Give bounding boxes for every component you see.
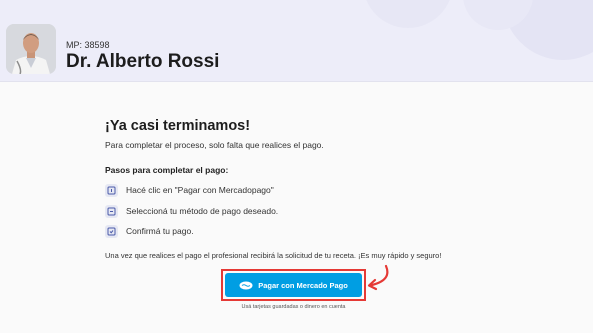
mercadopago-handshake-icon: [239, 281, 253, 290]
payment-note: Una vez que realices el pago el profesio…: [105, 251, 442, 260]
step-label: Hacé clic en "Pagar con Mercadopago": [126, 185, 274, 195]
doctor-header: MP: 38598 Dr. Alberto Rossi: [0, 0, 593, 82]
step-item: Seleccioná tu método de pago deseado.: [105, 204, 278, 218]
pay-button-caption: Usá tarjetas guardadas o dinero en cuent…: [241, 304, 346, 310]
payment-instructions: ¡Ya casi terminamos! Para completar el p…: [105, 118, 485, 260]
doctor-avatar: [6, 24, 56, 74]
step-icon: [105, 224, 118, 238]
step-label: Seleccioná tu método de pago deseado.: [126, 206, 279, 216]
header-decoration: [363, 0, 453, 28]
steps-title: Pasos para completar el pago:: [105, 165, 229, 175]
step-item: Hacé clic en "Pagar con Mercadopago": [105, 183, 274, 197]
doctor-photo-icon: [6, 24, 56, 74]
step-icon: [105, 183, 118, 197]
step-item: Confirmá tu pago.: [105, 224, 194, 238]
pointer-arrow-icon: [367, 264, 389, 291]
doctor-name: Dr. Alberto Rossi: [66, 51, 220, 72]
step-icon: [105, 204, 118, 218]
pay-with-mercadopago-button[interactable]: Pagar con Mercado Pago: [225, 273, 362, 297]
doctor-license-number: MP: 38598: [66, 40, 110, 50]
pay-button-highlight: Pagar con Mercado Pago: [221, 269, 366, 301]
step-label: Confirmá tu pago.: [126, 226, 194, 236]
pay-button-label: Pagar con Mercado Pago: [258, 280, 348, 290]
page-subtitle: Para completar el proceso, solo falta qu…: [105, 140, 324, 150]
page-title: ¡Ya casi terminamos!: [105, 118, 251, 134]
